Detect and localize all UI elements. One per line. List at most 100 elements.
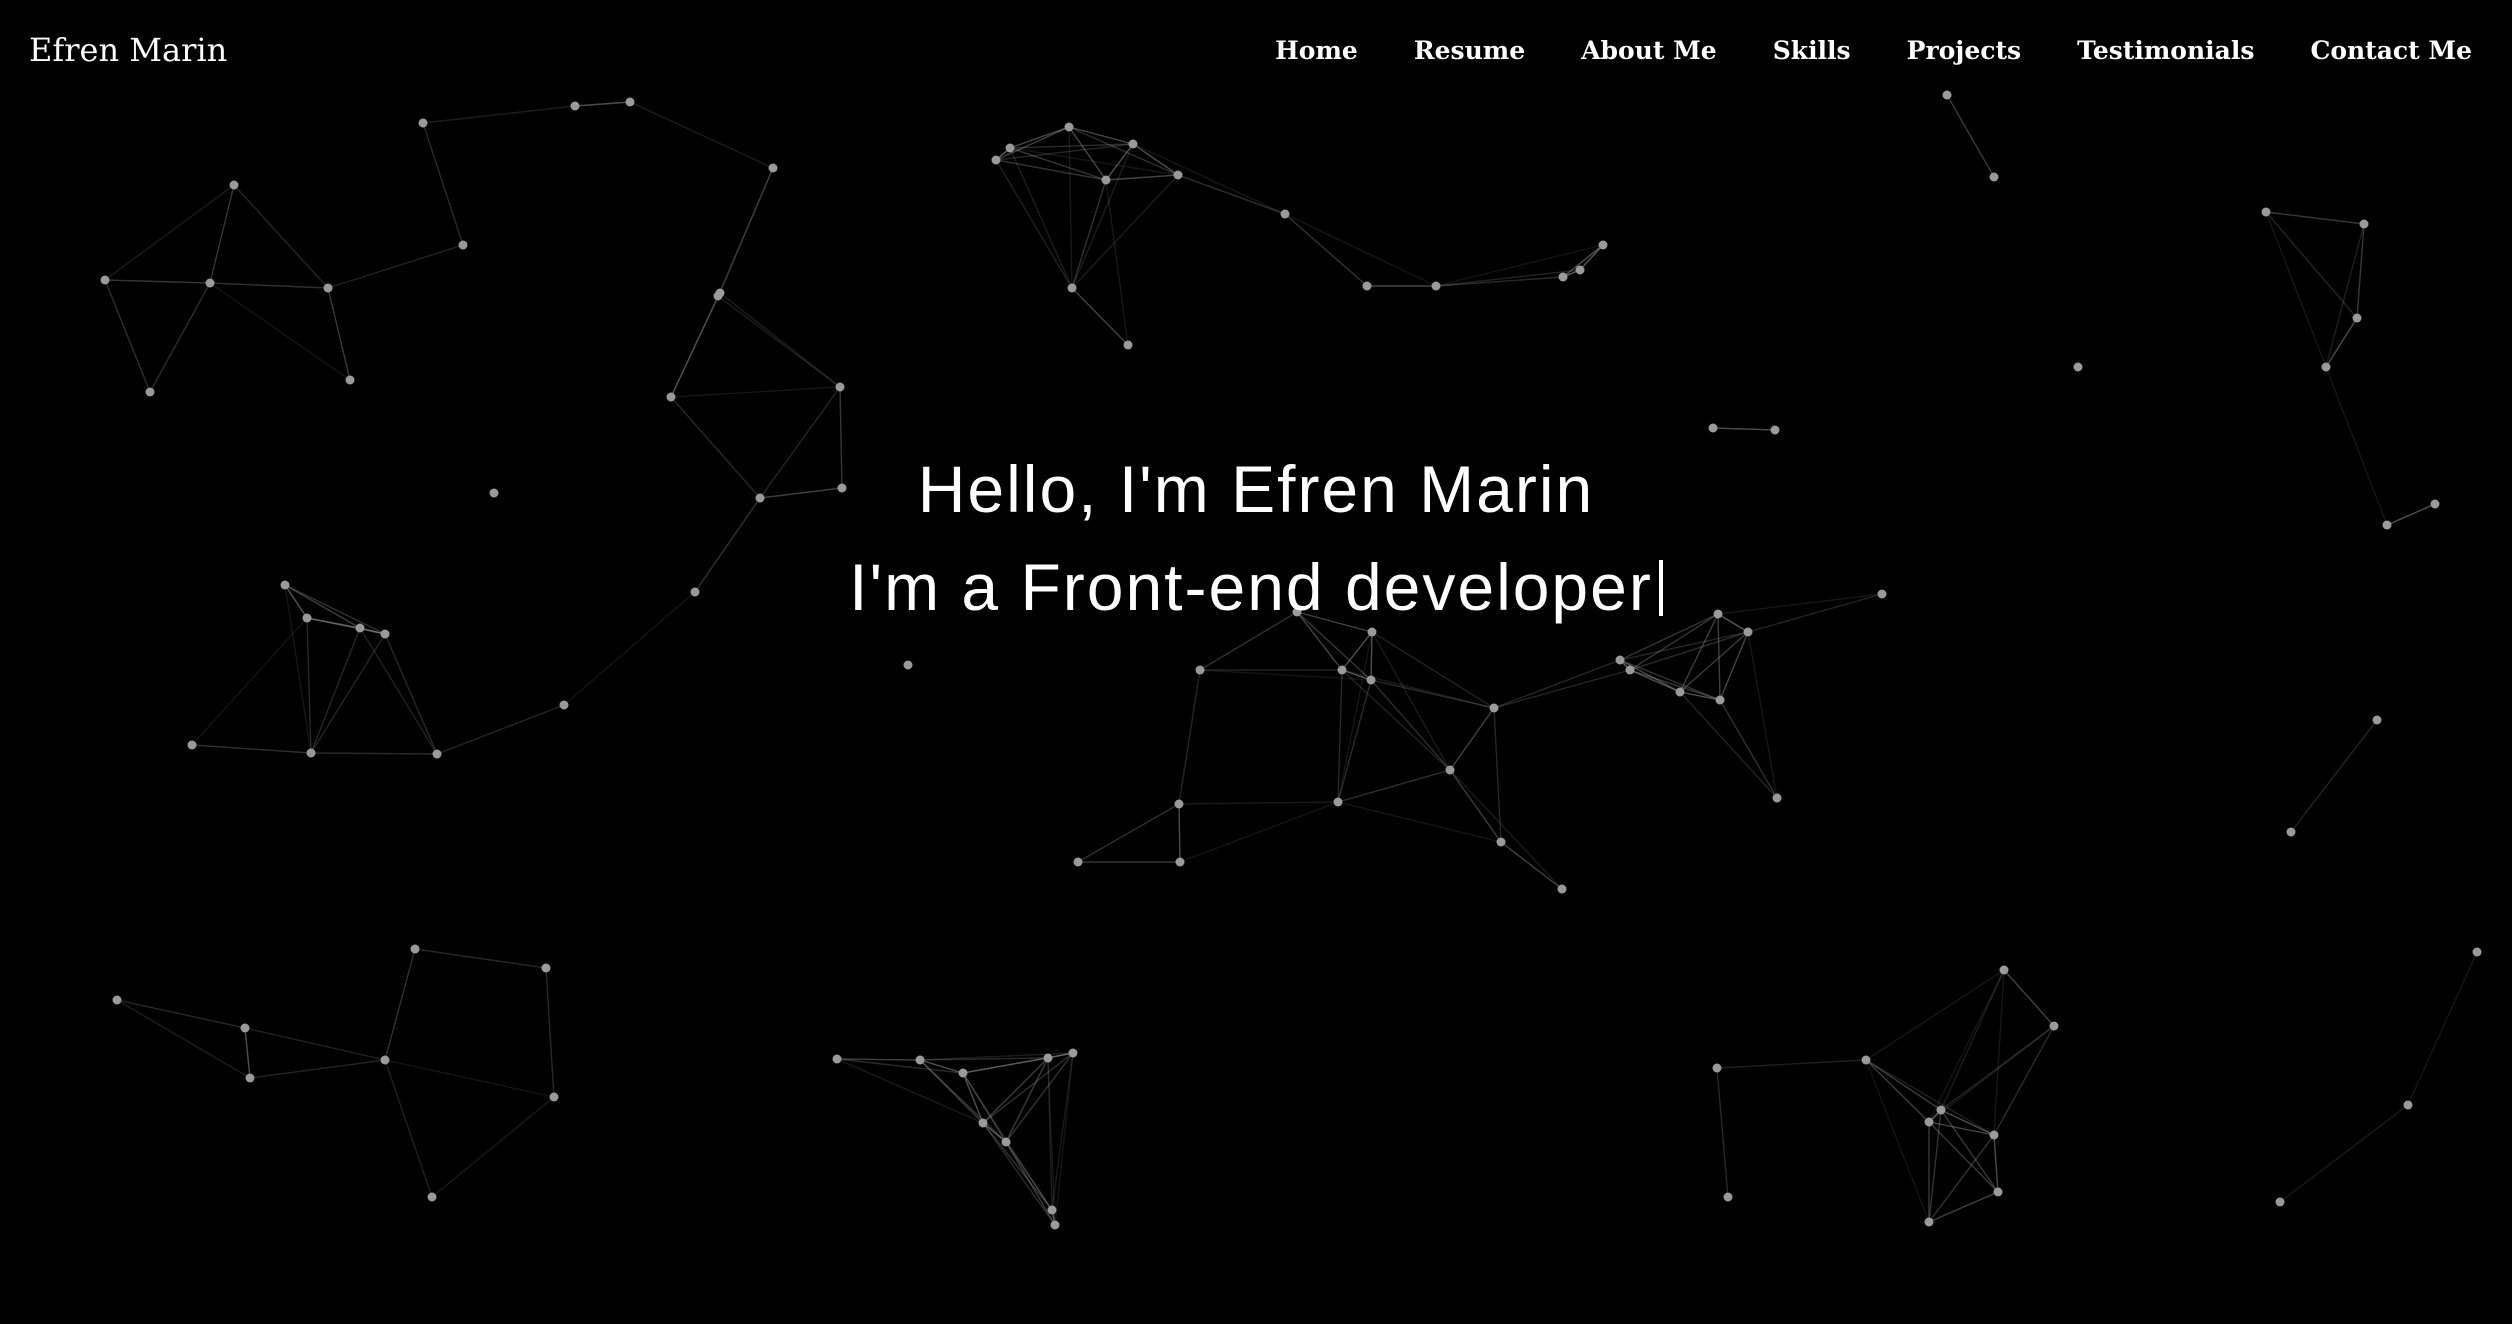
particle-node [1123, 340, 1133, 350]
particle-node [1073, 857, 1083, 867]
particle-node [559, 700, 569, 710]
particle-node [1861, 1055, 1871, 1065]
nav-item-home: Home [1275, 36, 1358, 65]
nav-link-contact-me[interactable]: Contact Me [2310, 36, 2472, 65]
particle-node [1068, 1048, 1078, 1058]
particle-node [835, 382, 845, 392]
particle-node [112, 995, 122, 1005]
nav-item-testimonials: Testimonials [2077, 36, 2254, 65]
particle-node [1489, 703, 1499, 713]
particle-node [1557, 884, 1567, 894]
particle-node [1280, 209, 1290, 219]
particle-node [1936, 1105, 1946, 1115]
particle-node [666, 392, 676, 402]
particle-node [2049, 1021, 2059, 1031]
particle-node [570, 101, 580, 111]
particle-node [2352, 313, 2362, 323]
hero-section: Hello, I'm Efren Marin I'm a Front-end d… [0, 440, 2512, 636]
particle-node [432, 749, 442, 759]
particle-node [1362, 281, 1372, 291]
hero-role-text: I'm a Front-end developer [849, 550, 1653, 624]
particle-node [418, 118, 428, 128]
particle-node [2359, 219, 2369, 229]
nav-link-skills[interactable]: Skills [1773, 36, 1851, 65]
typing-cursor [1658, 560, 1663, 616]
particle-node [1195, 665, 1205, 675]
particle-node [1128, 139, 1138, 149]
nav-item-contact-me: Contact Me [2310, 36, 2472, 65]
particle-node [1431, 281, 1441, 291]
nav-link-resume[interactable]: Resume [1414, 36, 1525, 65]
particle-node [1005, 143, 1015, 153]
particle-node [1445, 765, 1455, 775]
particle-node [380, 1055, 390, 1065]
nav-link-projects[interactable]: Projects [1907, 36, 2021, 65]
particle-node [1067, 283, 1077, 293]
hero-greeting: Hello, I'm Efren Marin [917, 452, 1595, 526]
particle-links [104, 94, 2478, 1226]
particle-node [1575, 265, 1585, 275]
particle-node [1723, 1192, 1733, 1202]
nav-item-about-me: About Me [1581, 36, 1717, 65]
particle-node [541, 963, 551, 973]
particle-node [2403, 1100, 2413, 1110]
particle-node [978, 1118, 988, 1128]
particle-node [1924, 1117, 1934, 1127]
particle-node [306, 748, 316, 758]
particle-node [1173, 170, 1183, 180]
brand-logo[interactable]: Efren Marin [29, 31, 227, 69]
particle-node [1989, 172, 1999, 182]
nav-link-testimonials[interactable]: Testimonials [2077, 36, 2254, 65]
particle-node [1993, 1187, 2003, 1197]
particle-node [1101, 175, 1111, 185]
nav-item-projects: Projects [1907, 36, 2021, 65]
particle-node [2275, 1197, 2285, 1207]
particle-node [1715, 695, 1725, 705]
particle-node [458, 240, 468, 250]
nav-link-home[interactable]: Home [1275, 36, 1358, 65]
particle-node [2073, 362, 2083, 372]
particle-node [1043, 1053, 1053, 1063]
hero-role-line: I'm a Front-end developer [0, 538, 2512, 636]
particle-node [1598, 240, 1608, 250]
particle-node [1047, 1205, 1057, 1215]
particle-node [229, 180, 239, 190]
particle-node [410, 944, 420, 954]
particle-node [2261, 207, 2271, 217]
particle-node [549, 1092, 559, 1102]
particle-node [1770, 425, 1780, 435]
nav-item-skills: Skills [1773, 36, 1851, 65]
particle-node [2286, 827, 2296, 837]
particle-node [2472, 947, 2482, 957]
particle-node [1064, 122, 1074, 132]
particle-node [768, 163, 778, 173]
particle-node [2372, 715, 2382, 725]
particle-node [240, 1023, 250, 1033]
particle-node [1989, 1130, 1999, 1140]
particle-node [832, 1054, 842, 1064]
particle-node [205, 278, 215, 288]
particle-node [1675, 687, 1685, 697]
particle-node [323, 283, 333, 293]
particle-node [1050, 1220, 1060, 1230]
particle-node [1558, 272, 1568, 282]
page: Efren Marin Home Resume About Me Skills … [0, 0, 2512, 1324]
particle-node [991, 155, 1001, 165]
particle-node [915, 1055, 925, 1065]
particle-node [1174, 799, 1184, 809]
particle-node [1615, 655, 1625, 665]
particle-node [1625, 665, 1635, 675]
particle-node [345, 375, 355, 385]
particle-node [1999, 965, 2009, 975]
navbar: Efren Marin Home Resume About Me Skills … [0, 0, 2512, 100]
particle-node [1496, 837, 1506, 847]
particle-node [1366, 675, 1376, 685]
particle-node [958, 1068, 968, 1078]
particle-node [713, 291, 723, 301]
particle-node [1175, 857, 1185, 867]
particle-node [2321, 362, 2331, 372]
nav-link-about-me[interactable]: About Me [1581, 36, 1717, 65]
particle-node [100, 275, 110, 285]
particle-node [1001, 1137, 1011, 1147]
particle-node [187, 740, 197, 750]
